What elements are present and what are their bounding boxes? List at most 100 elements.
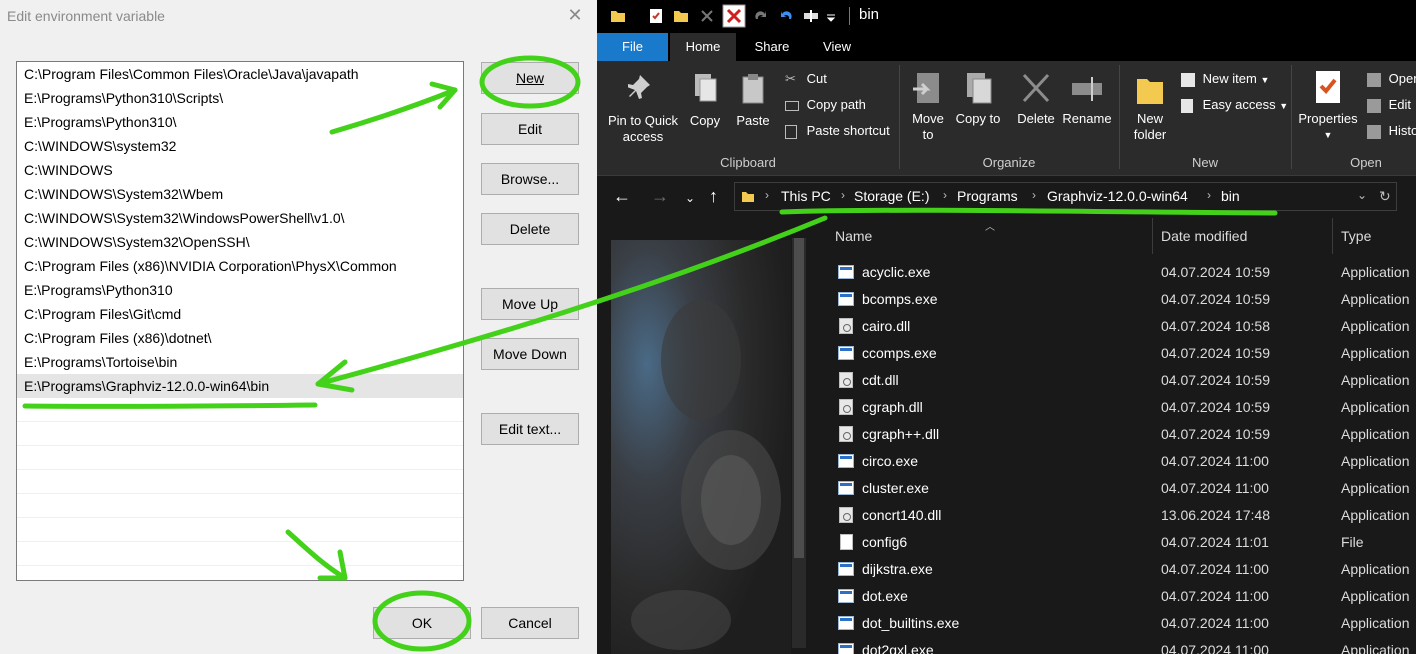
path-list-item[interactable]: C:\WINDOWS\System32\WindowsPowerShell\v1…	[17, 206, 463, 230]
open-button[interactable]: Open	[1367, 71, 1416, 87]
customize-toolbar-chevron-icon[interactable]	[826, 7, 836, 25]
file-row[interactable]: circo.exe 04.07.2024 11:00 Application	[810, 448, 1416, 475]
move-up-button[interactable]: Move Up	[481, 288, 579, 320]
path-list-item[interactable]: E:\Programs\Tortoise\bin	[17, 350, 463, 374]
path-list-item[interactable]: C:\WINDOWS\System32\OpenSSH\	[17, 230, 463, 254]
easy-access-button[interactable]: Easy access ▼	[1181, 97, 1288, 113]
tab-share[interactable]: Share	[745, 33, 799, 61]
path-list-item[interactable]: E:\Programs\Python310\Scripts\	[17, 86, 463, 110]
path-list-item[interactable]: C:\WINDOWS\System32\Wbem	[17, 182, 463, 206]
new-folder-icon[interactable]	[672, 7, 690, 25]
path-list-item[interactable]: E:\Programs\Python310	[17, 278, 463, 302]
forward-arrow-icon[interactable]: →	[651, 186, 669, 206]
file-row[interactable]: dot2gxl.exe 04.07.2024 11:00 Application	[810, 637, 1416, 654]
rename-icon[interactable]	[802, 7, 820, 25]
pin-to-quick-access-button[interactable]: Pin to Quick access	[603, 71, 683, 145]
ribbon-tabs: File Home Share View	[597, 33, 1416, 61]
column-header-type[interactable]: Type	[1341, 228, 1371, 244]
empty-list-row[interactable]	[17, 470, 463, 494]
file-row[interactable]: cdt.dll 04.07.2024 10:59 Application	[810, 367, 1416, 394]
file-row[interactable]: cluster.exe 04.07.2024 11:00 Application	[810, 475, 1416, 502]
path-list-item[interactable]: C:\Program Files\Common Files\Oracle\Jav…	[17, 62, 463, 86]
properties-button[interactable]: Properties ▼	[1295, 69, 1361, 143]
undo-icon[interactable]	[777, 7, 795, 25]
address-bar[interactable]: › This PC › Storage (E:) › Programs › Gr…	[734, 182, 1397, 211]
file-row[interactable]: dot_builtins.exe 04.07.2024 11:00 Applicat…	[810, 610, 1416, 637]
new-folder-button[interactable]: New folder	[1125, 71, 1175, 143]
address-dropdown-chevron-icon[interactable]: ⌄	[1357, 188, 1367, 202]
redo-icon[interactable]	[752, 7, 770, 25]
empty-list-row[interactable]	[17, 446, 463, 470]
file-row[interactable]: cgraph.dll 04.07.2024 10:59 Application	[810, 394, 1416, 421]
back-arrow-icon[interactable]: ←	[613, 186, 631, 206]
tab-file[interactable]: File	[597, 33, 668, 61]
close-x-icon[interactable]	[698, 7, 716, 25]
edit-button[interactable]: Edit	[481, 113, 579, 145]
browse-button[interactable]: Browse...	[481, 163, 579, 195]
paste-shortcut-button[interactable]: Paste shortcut	[785, 123, 890, 139]
move-down-button[interactable]: Move Down	[481, 338, 579, 370]
file-row[interactable]: dijkstra.exe 04.07.2024 11:00 Application	[810, 556, 1416, 583]
navigation-pane[interactable]	[597, 218, 809, 654]
cut-button[interactable]: ✂ Cut	[785, 71, 827, 87]
path-list[interactable]: C:\Program Files\Common Files\Oracle\Jav…	[16, 61, 464, 581]
column-header-name[interactable]: Name	[835, 228, 872, 244]
cancel-button[interactable]: Cancel	[481, 607, 579, 639]
properties-icon[interactable]	[647, 7, 665, 25]
path-list-item[interactable]: C:\Program Files\Git\cmd	[17, 302, 463, 326]
breadcrumb-bin[interactable]: bin	[1221, 188, 1240, 204]
close-icon[interactable]: ✕	[566, 6, 584, 24]
file-name: dot_builtins.exe	[862, 615, 960, 631]
paste-button[interactable]: Paste	[733, 71, 773, 129]
up-arrow-icon[interactable]: ↑	[709, 186, 718, 206]
file-row[interactable]: bcomps.exe 04.07.2024 10:59 Application	[810, 286, 1416, 313]
file-row[interactable]: config6 04.07.2024 11:01 File	[810, 529, 1416, 556]
copy-button[interactable]: Copy	[685, 71, 725, 129]
recent-locations-chevron-icon[interactable]: ⌄	[685, 188, 695, 208]
file-row[interactable]: dot.exe 04.07.2024 11:00 Application	[810, 583, 1416, 610]
tab-home[interactable]: Home	[670, 33, 736, 61]
column-header-date-modified[interactable]: Date modified	[1161, 228, 1247, 244]
new-button[interactable]: New	[481, 62, 579, 94]
path-list-item[interactable]: E:\Programs\Graphviz-12.0.0-win64\bin	[17, 374, 463, 398]
edit-ribbon-button[interactable]: Edit	[1367, 97, 1411, 113]
refresh-icon[interactable]: ↻	[1379, 188, 1391, 205]
delete-ribbon-button[interactable]: Delete	[1011, 71, 1061, 127]
copy-path-button[interactable]: Copy path	[785, 97, 866, 112]
path-list-item[interactable]: C:\WINDOWS	[17, 158, 463, 182]
tab-view[interactable]: View	[809, 33, 865, 61]
rename-button[interactable]: Rename	[1061, 71, 1113, 127]
column-divider[interactable]	[1332, 218, 1333, 254]
breadcrumb-this-pc[interactable]: This PC	[781, 188, 831, 204]
file-row[interactable]: ccomps.exe 04.07.2024 10:59 Application	[810, 340, 1416, 367]
ok-button[interactable]: OK	[373, 607, 471, 639]
path-list-item[interactable]: C:\Program Files (x86)\NVIDIA Corporatio…	[17, 254, 463, 278]
breadcrumb-storage[interactable]: Storage (E:)	[854, 188, 929, 204]
folder-icon[interactable]	[609, 7, 627, 25]
path-list-item[interactable]: C:\WINDOWS\system32	[17, 134, 463, 158]
empty-list-row[interactable]	[17, 494, 463, 518]
path-list-item[interactable]: C:\Program Files (x86)\dotnet\	[17, 326, 463, 350]
move-to-button[interactable]: Move to	[905, 71, 951, 143]
window-title: bin	[859, 6, 880, 23]
file-row[interactable]: acyclic.exe 04.07.2024 10:59 Application	[810, 259, 1416, 286]
empty-list-row[interactable]	[17, 398, 463, 422]
exe-icon	[838, 616, 854, 630]
delete-red-x-icon[interactable]	[722, 4, 746, 28]
empty-list-row[interactable]	[17, 518, 463, 542]
breadcrumb-programs[interactable]: Programs	[957, 188, 1018, 204]
delete-button[interactable]: Delete	[481, 213, 579, 245]
file-row[interactable]: cgraph++.dll 04.07.2024 10:59 Application	[810, 421, 1416, 448]
column-divider[interactable]	[1152, 218, 1153, 254]
empty-list-row[interactable]	[17, 422, 463, 446]
nav-scrollbar-thumb[interactable]	[794, 238, 804, 558]
path-list-item[interactable]: E:\Programs\Python310\	[17, 110, 463, 134]
breadcrumb-graphviz[interactable]: Graphviz-12.0.0-win64	[1047, 188, 1188, 204]
copy-to-button[interactable]: Copy to	[955, 71, 1001, 127]
empty-list-row[interactable]	[17, 542, 463, 566]
history-button[interactable]: History	[1367, 123, 1416, 139]
file-row[interactable]: cairo.dll 04.07.2024 10:58 Application	[810, 313, 1416, 340]
edit-text-button[interactable]: Edit text...	[481, 413, 579, 445]
new-item-button[interactable]: New item ▼	[1181, 71, 1269, 87]
file-row[interactable]: concrt140.dll 13.06.2024 17:48 Application	[810, 502, 1416, 529]
